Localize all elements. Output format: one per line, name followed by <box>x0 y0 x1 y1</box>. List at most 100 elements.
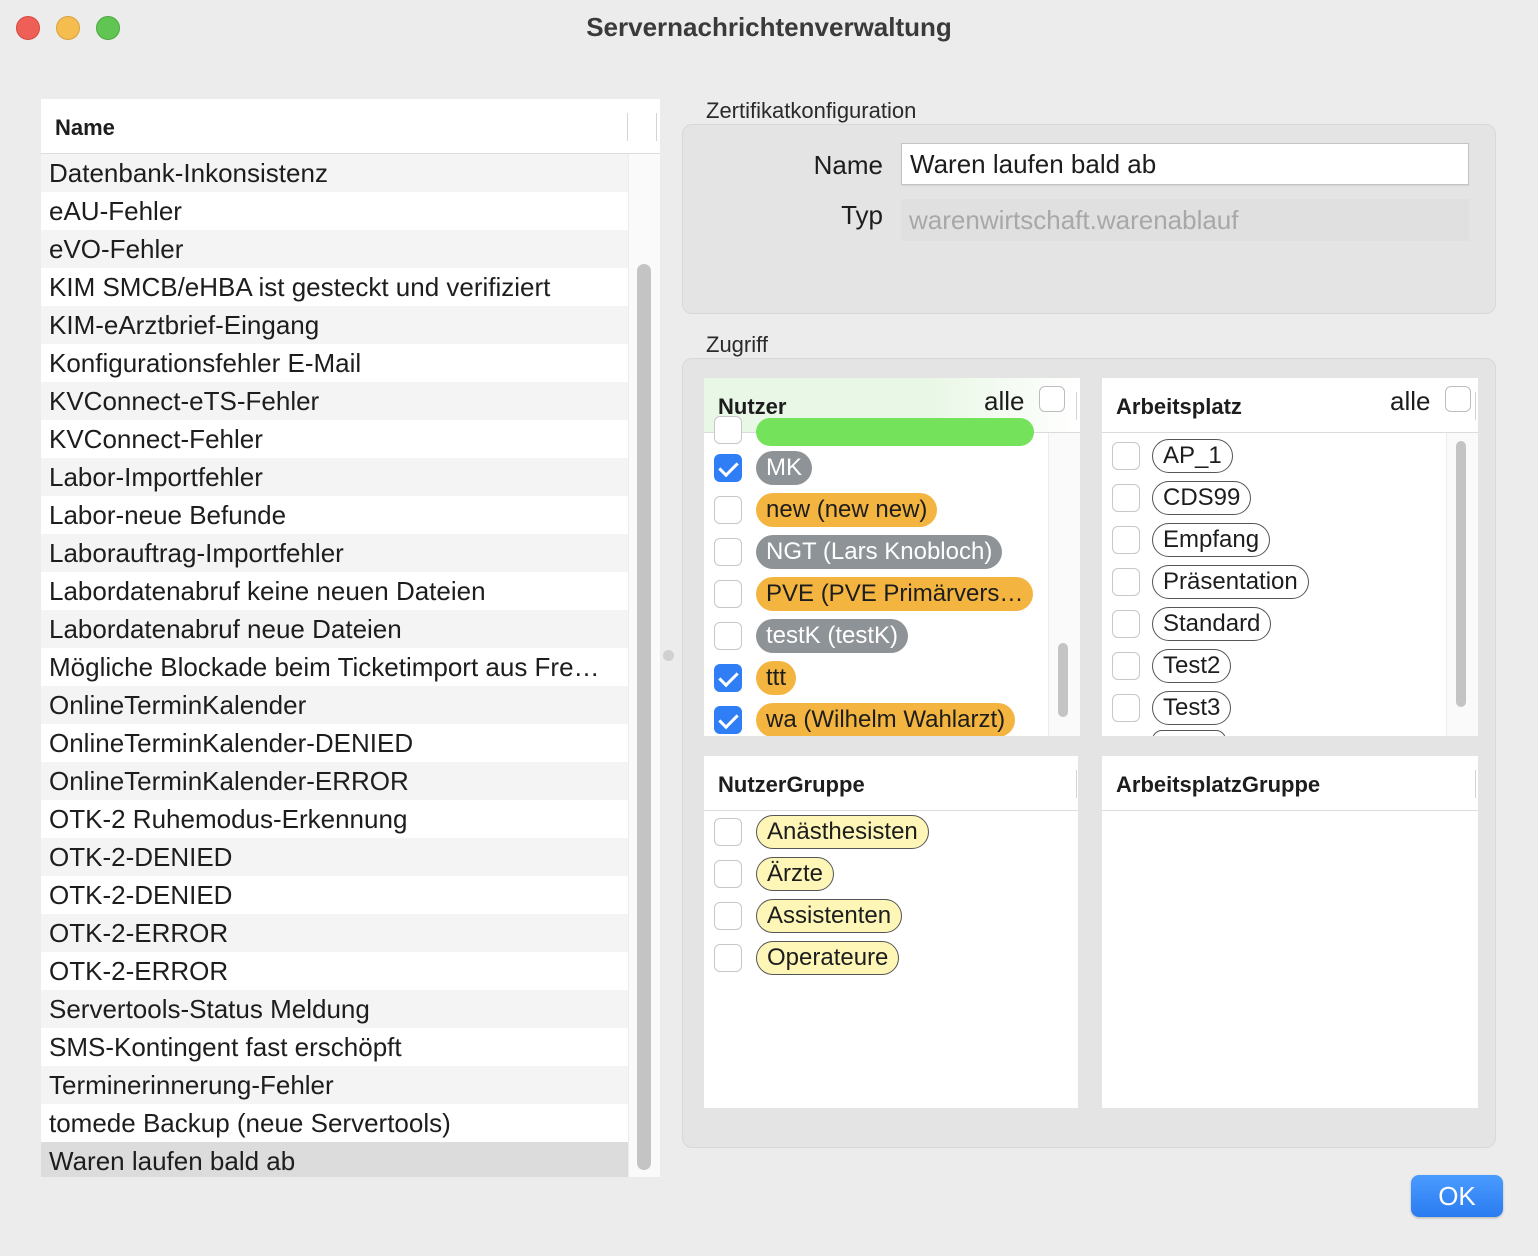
list-item[interactable]: Labor-Importfehler <box>41 458 628 496</box>
nutzer-checkbox[interactable] <box>714 622 742 650</box>
nutzergruppe-checkbox[interactable] <box>714 944 742 972</box>
nutzer-scrollbar-thumb[interactable] <box>1058 643 1068 717</box>
arbeitsplatz-scrollbar-thumb[interactable] <box>1456 441 1466 707</box>
window-title: Servernachrichtenverwaltung <box>586 12 952 42</box>
list-item[interactable]: OTK-2-DENIED <box>41 876 628 914</box>
arbeitsplatz-tag: CDS99 <box>1152 481 1252 515</box>
arbeitsplatz-alle-checkbox[interactable] <box>1445 386 1471 412</box>
nutzer-tag: ttt <box>756 661 797 695</box>
column-header-name[interactable]: Name <box>55 115 115 141</box>
list-item[interactable]: OTK-2 Ruhemodus-Erkennung <box>41 800 628 838</box>
list-item[interactable]: OnlineTerminKalender-DENIED <box>41 724 628 762</box>
arbeitsplatz-scrollbar[interactable] <box>1446 433 1478 736</box>
nutzer-alle-label: alle <box>984 386 1025 416</box>
arbeitsplatz-header: Arbeitsplatz alle <box>1102 378 1478 433</box>
list-item[interactable]: Datenbank-Inkonsistenz <box>41 154 628 192</box>
nutzer-checkbox[interactable] <box>714 454 742 482</box>
type-field: warenwirtschaft.warenablauf <box>901 199 1469 241</box>
access-section-title: Zugriff <box>706 332 768 357</box>
list-body: Datenbank-Inkonsistenz eAU-Fehler eVO-Fehl… <box>41 154 628 1177</box>
list-item[interactable]: Labordatenabruf keine neuen Dateien <box>41 572 628 610</box>
ok-button[interactable]: OK <box>1411 1175 1503 1217</box>
title-bar: Servernachrichtenverwaltung <box>0 0 1538 56</box>
name-input[interactable] <box>901 143 1469 185</box>
column-separator <box>656 113 657 141</box>
nutzer-checkbox[interactable] <box>714 664 742 692</box>
nutzer-tag: PVE (PVE Primärvers… <box>756 577 1034 611</box>
nutzergruppe-checkbox[interactable] <box>714 902 742 930</box>
list-item[interactable]: KVConnect-Fehler <box>41 420 628 458</box>
list-item[interactable]: KIM-eArztbrief-Eingang <box>41 306 628 344</box>
arbeitsplatz-checkbox[interactable] <box>1112 484 1140 512</box>
arbeitsplatz-tag: AP_1 <box>1152 439 1233 473</box>
arbeitsplatz-checkbox[interactable] <box>1112 442 1140 470</box>
column-separator <box>1475 770 1476 798</box>
list-item[interactable]: OTK-2-DENIED <box>41 838 628 876</box>
nutzer-checkbox[interactable] <box>714 706 742 734</box>
list-item[interactable]: Mögliche Blockade beim Ticketimport aus … <box>41 648 628 686</box>
name-label: Name <box>813 150 883 180</box>
nutzer-checkbox[interactable] <box>714 416 742 444</box>
arbeitsplatz-checkbox[interactable] <box>1112 526 1140 554</box>
nutzer-checkbox[interactable] <box>714 496 742 524</box>
list-item[interactable]: Labor-neue Befunde <box>41 496 628 534</box>
list-scrollbar[interactable] <box>628 154 660 1177</box>
list-item[interactable]: Terminerinnerung-Fehler <box>41 1066 628 1104</box>
split-view-handle[interactable] <box>663 650 674 661</box>
arbeitsplatz-panel: Arbeitsplatz alle AP_1 CDS99 Empfang Präsen… <box>1102 378 1478 736</box>
nutzer-panel: Nutzer alle MK new (new new) NGT (Lars Kno… <box>704 378 1080 736</box>
list-item[interactable]: OnlineTerminKalender <box>41 686 628 724</box>
list-item[interactable]: OnlineTerminKalender-ERROR <box>41 762 628 800</box>
arbeitsplatz-tag: Standard <box>1152 607 1272 641</box>
nutzergruppe-checkbox[interactable] <box>714 860 742 888</box>
column-separator <box>627 113 628 141</box>
list-item[interactable]: Konfigurationsfehler E-Mail <box>41 344 628 382</box>
list-rows: Datenbank-Inkonsistenz eAU-Fehler eVO-Fehl… <box>41 154 628 1177</box>
nutzergruppe-tag: Assistenten <box>756 899 903 933</box>
nutzer-tag: MK <box>756 451 812 485</box>
arbeitsplatz-tag: Test2 <box>1152 649 1232 683</box>
arbeitsplatz-tag: Empfang <box>1152 523 1271 557</box>
list-item[interactable]: eVO-Fehler <box>41 230 628 268</box>
cert-section-title: Zertifikatkonfiguration <box>706 98 917 123</box>
list-item[interactable]: Servertools-Status Meldung <box>41 990 628 1028</box>
nutzer-checkbox[interactable] <box>714 580 742 608</box>
arbeitsplatz-tag: Test3 <box>1152 691 1232 725</box>
list-item[interactable]: OTK-2-ERROR <box>41 952 628 990</box>
arbeitsplatz-alle-label: alle <box>1390 386 1431 416</box>
arbeitsplatz-checkbox[interactable] <box>1112 652 1140 680</box>
message-list: Name Datenbank-Inkonsistenz eAU-Fehler eVO… <box>41 99 660 1177</box>
nutzergruppe-tag: Anästhesisten <box>756 815 929 849</box>
list-item[interactable]: Laborauftrag-Importfehler <box>41 534 628 572</box>
list-item[interactable]: Labordatenabruf neue Dateien <box>41 610 628 648</box>
nutzer-scrollbar[interactable] <box>1048 433 1080 736</box>
arbeitsplatz-title: Arbeitsplatz <box>1116 394 1242 419</box>
column-separator <box>1076 392 1077 420</box>
nutzergruppe-checkbox[interactable] <box>714 818 742 846</box>
nutzer-tag: testK (testK) <box>756 619 909 653</box>
arbeitsplatz-tag-partial <box>1152 730 1226 736</box>
arbeitsplatz-checkbox[interactable] <box>1112 694 1140 722</box>
nutzer-checkbox[interactable] <box>714 538 742 566</box>
arbeitsplatz-checkbox[interactable] <box>1112 568 1140 596</box>
nutzergruppe-title: NutzerGruppe <box>718 772 865 797</box>
list-item[interactable]: OTK-2-ERROR <box>41 914 628 952</box>
list-item[interactable]: eAU-Fehler <box>41 192 628 230</box>
arbeitsplatz-checkbox[interactable] <box>1112 610 1140 638</box>
list-scrollbar-thumb[interactable] <box>637 264 651 1170</box>
arbeitsplatzgruppe-panel: ArbeitsplatzGruppe <box>1102 756 1478 1108</box>
list-item[interactable]: SMS-Kontingent fast erschöpft <box>41 1028 628 1066</box>
list-item[interactable]: KIM SMCB/eHBA ist gesteckt und verifizie… <box>41 268 628 306</box>
arbeitsplatz-tag: Präsentation <box>1152 565 1309 599</box>
list-header: Name <box>41 99 660 154</box>
list-item[interactable]: KVConnect-eTS-Fehler <box>41 382 628 420</box>
type-label: Typ <box>841 200 883 230</box>
arbeitsplatzgruppe-header: ArbeitsplatzGruppe <box>1102 756 1478 811</box>
list-item[interactable]: tomede Backup (neue Servertools) <box>41 1104 628 1142</box>
nutzer-tag: new (new new) <box>756 493 938 527</box>
column-separator <box>1076 770 1077 798</box>
column-separator <box>1475 392 1476 420</box>
nutzer-tag: wa (Wilhelm Wahlarzt) <box>756 703 1016 736</box>
nutzer-alle-checkbox[interactable] <box>1039 386 1065 412</box>
list-item[interactable]: Waren laufen bald ab <box>41 1142 628 1177</box>
